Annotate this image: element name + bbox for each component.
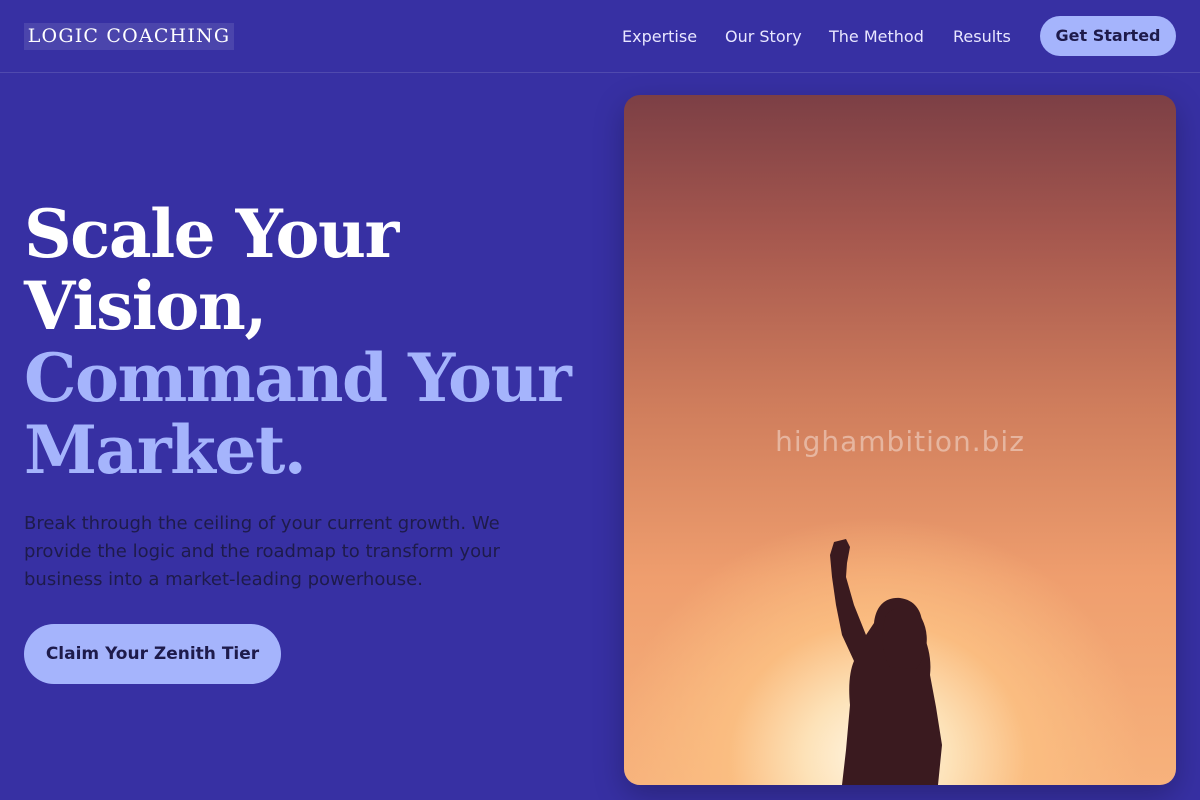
nav-link-our-story[interactable]: Our Story bbox=[725, 26, 802, 48]
hero-image: highambition.biz bbox=[624, 95, 1176, 785]
nav-link-the-method[interactable]: The Method bbox=[829, 26, 924, 48]
hero-title-line-2: Vision, bbox=[24, 267, 267, 345]
site-header: LOGIC COACHING Expertise Our Story The M… bbox=[0, 0, 1200, 73]
hero-title-accent-line-2: Market. bbox=[24, 411, 307, 489]
main-nav: Expertise Our Story The Method Results bbox=[0, 0, 1200, 72]
get-started-button[interactable]: Get Started bbox=[1040, 16, 1176, 56]
hero-title-accent-line-1: Command Your bbox=[24, 339, 572, 417]
hero-title: Scale Your Vision, Command Your Market. bbox=[24, 198, 604, 486]
hero-title-line-1: Scale Your bbox=[24, 195, 399, 273]
nav-link-expertise[interactable]: Expertise bbox=[622, 26, 697, 48]
nav-link-results[interactable]: Results bbox=[953, 26, 1011, 48]
person-silhouette-icon bbox=[830, 539, 942, 785]
claim-zenith-tier-button[interactable]: Claim Your Zenith Tier bbox=[24, 624, 281, 684]
hero-description: Break through the ceiling of your curren… bbox=[24, 513, 500, 590]
